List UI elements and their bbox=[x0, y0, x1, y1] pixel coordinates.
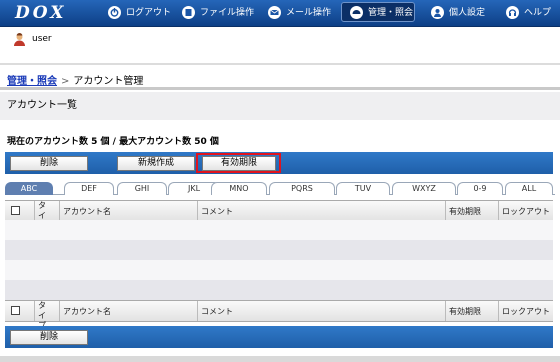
table-row bbox=[5, 280, 553, 300]
breadcrumb-separator: > bbox=[61, 76, 70, 87]
toolbar-top: 削除 新規作成 有効期限 bbox=[5, 152, 553, 174]
toolbar-bottom: 削除 bbox=[5, 326, 553, 348]
tab-0-9[interactable]: 0-9 bbox=[457, 182, 503, 195]
select-all-cell bbox=[5, 301, 35, 321]
divider bbox=[0, 63, 560, 65]
tab-tuv[interactable]: TUV bbox=[336, 182, 390, 195]
file-icon bbox=[182, 6, 195, 19]
alphabet-tabs: ABC DEF GHI JKL MNO PQRS TUV WXYZ 0-9 AL… bbox=[5, 182, 555, 195]
col-expiry-label: 有効期限 bbox=[449, 207, 481, 216]
col-account-label: アカウント名 bbox=[63, 307, 111, 316]
col-account: アカウント名 bbox=[60, 201, 198, 221]
nav-help-label: ヘルプ bbox=[524, 8, 552, 18]
select-all-cell bbox=[5, 201, 35, 221]
tab-def[interactable]: DEF bbox=[64, 182, 114, 195]
select-all-checkbox[interactable] bbox=[11, 206, 20, 215]
app-logo: DOX bbox=[15, 3, 67, 23]
col-expiry-label: 有効期限 bbox=[449, 307, 481, 316]
section-title: アカウント一覧 bbox=[0, 92, 560, 120]
tab-mno[interactable]: MNO bbox=[211, 182, 267, 195]
help-icon bbox=[506, 6, 519, 19]
nav-file-ops[interactable]: ファイル操作 bbox=[182, 3, 254, 23]
divider bbox=[0, 87, 560, 90]
nav-file-ops-label: ファイル操作 bbox=[200, 8, 255, 18]
create-button[interactable]: 新規作成 bbox=[117, 156, 195, 171]
col-comment: コメント bbox=[198, 201, 446, 221]
col-lockout: ロックアウト bbox=[499, 201, 553, 221]
tab-abc[interactable]: ABC bbox=[5, 182, 53, 195]
col-expiry: 有効期限 bbox=[446, 301, 499, 321]
delete-button[interactable]: 削除 bbox=[10, 156, 88, 171]
select-all-checkbox-bottom[interactable] bbox=[11, 306, 20, 315]
tab-ghi[interactable]: GHI bbox=[117, 182, 167, 195]
col-lockout-label: ロックアウト bbox=[502, 307, 550, 316]
table-footer-header: タイプ アカウント名 コメント 有効期限 ロックアウト bbox=[5, 300, 553, 330]
breadcrumb-current: アカウント管理 bbox=[73, 76, 144, 87]
breadcrumb: 管理・照会 > アカウント管理 bbox=[7, 72, 143, 87]
table-row bbox=[5, 220, 553, 240]
admin-icon bbox=[350, 6, 363, 19]
page-bottom-edge bbox=[0, 356, 560, 362]
col-comment-label: コメント bbox=[201, 307, 233, 316]
col-type: タイプ bbox=[35, 301, 60, 330]
mail-icon bbox=[268, 6, 281, 19]
nav-personal[interactable]: 個人設定 bbox=[431, 3, 485, 23]
col-type: タイプ bbox=[35, 201, 60, 230]
nav-admin[interactable]: 管理・照会 bbox=[341, 2, 415, 22]
table-header: タイプ アカウント名 コメント 有効期限 ロックアウト bbox=[5, 200, 553, 230]
nav-personal-label: 個人設定 bbox=[449, 8, 486, 18]
nav-mail-ops-label: メール操作 bbox=[286, 8, 332, 18]
col-lockout-label: ロックアウト bbox=[502, 207, 550, 216]
col-comment-label: コメント bbox=[201, 207, 233, 216]
col-account-label: アカウント名 bbox=[63, 207, 111, 216]
nav-help[interactable]: ヘルプ bbox=[506, 3, 551, 23]
table-row bbox=[5, 240, 553, 260]
expiry-button[interactable]: 有効期限 bbox=[202, 156, 276, 171]
tab-all[interactable]: ALL bbox=[505, 182, 553, 195]
breadcrumb-admin-link[interactable]: 管理・照会 bbox=[7, 76, 57, 87]
col-comment: コメント bbox=[198, 301, 446, 321]
person-icon bbox=[431, 6, 444, 19]
nav-logout[interactable]: ログアウト bbox=[108, 3, 171, 23]
delete-button-bottom[interactable]: 削除 bbox=[10, 330, 88, 345]
tab-wxyz[interactable]: WXYZ bbox=[392, 182, 456, 195]
logout-icon bbox=[108, 6, 121, 19]
tab-pqrs[interactable]: PQRS bbox=[269, 182, 335, 195]
user-info: user bbox=[13, 32, 52, 46]
col-expiry: 有効期限 bbox=[446, 201, 499, 221]
user-avatar-icon bbox=[13, 32, 26, 46]
account-count: 現在のアカウント数 5 個 / 最大アカウント数 50 個 bbox=[7, 137, 219, 147]
nav-logout-label: ログアウト bbox=[126, 8, 172, 18]
top-navigation-bar: DOX ログアウト ファイル操作 メール操作 管理・照会 個人設定 ヘルプ bbox=[0, 0, 560, 27]
col-account: アカウント名 bbox=[60, 301, 198, 321]
col-lockout: ロックアウト bbox=[499, 301, 553, 321]
user-name: user bbox=[32, 34, 52, 44]
table-row bbox=[5, 260, 553, 280]
nav-admin-label: 管理・照会 bbox=[368, 8, 414, 18]
nav-mail-ops[interactable]: メール操作 bbox=[268, 3, 331, 23]
